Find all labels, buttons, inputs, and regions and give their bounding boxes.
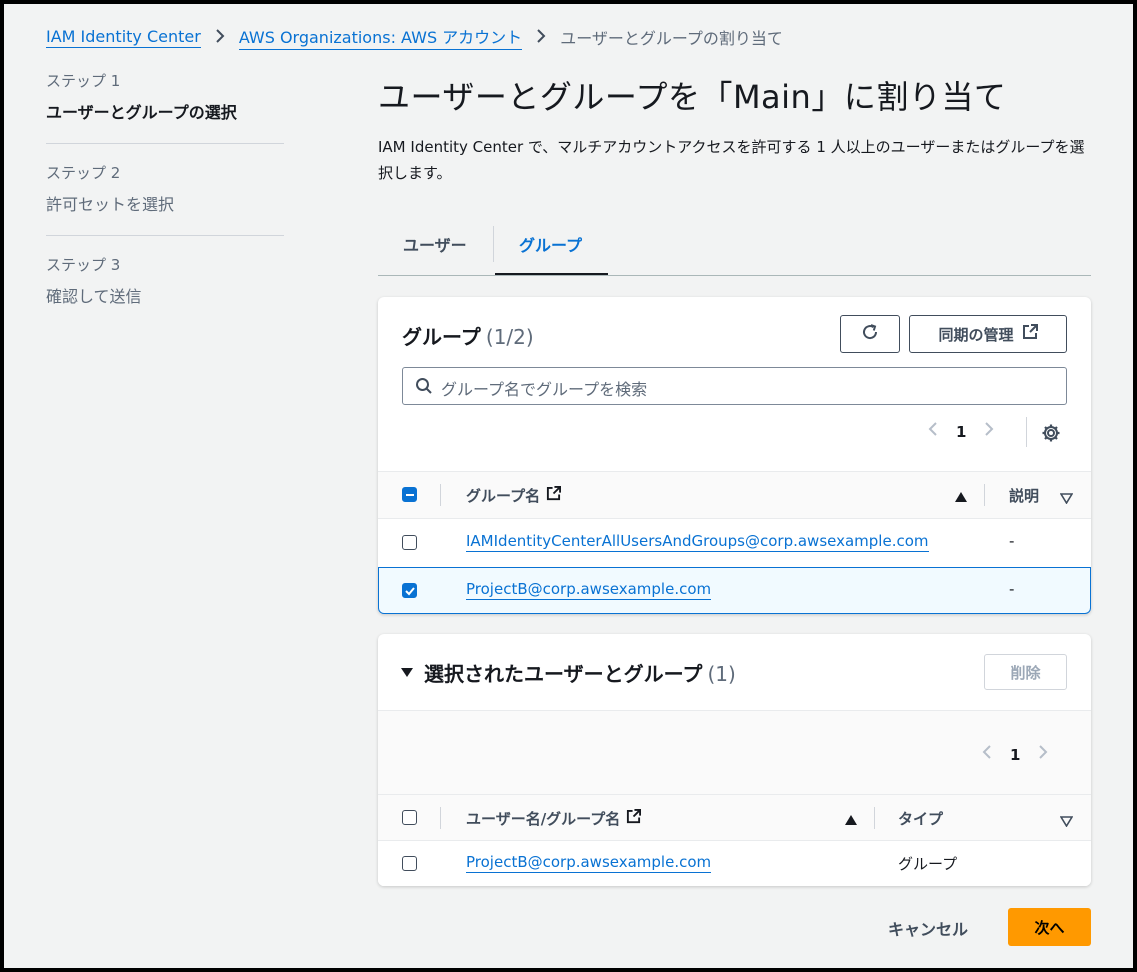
sort-icon[interactable] <box>1059 489 1074 508</box>
next-button[interactable]: 次へ <box>1008 908 1091 946</box>
selected-count: (1) <box>707 662 736 686</box>
remove-button[interactable]: 削除 <box>984 654 1067 690</box>
breadcrumb-item-aws-accounts[interactable]: AWS Organizations: AWS アカウント <box>238 24 523 50</box>
step-divider <box>46 235 284 236</box>
breadcrumb-item-iam-identity-center[interactable]: IAM Identity Center <box>46 27 201 48</box>
steps-nav: ステップ 1 ユーザーとグループの選択 ステップ 2 許可セットを選択 ステップ… <box>46 70 284 307</box>
chevron-left-icon[interactable] <box>982 744 992 765</box>
groups-title: グループ <box>402 325 481 349</box>
search-icon <box>415 377 433 399</box>
selected-pagination: 1 <box>982 744 1048 765</box>
step-caption: ステップ 1 <box>46 72 121 90</box>
page-number[interactable]: 1 <box>956 423 966 441</box>
column-type[interactable]: タイプ <box>898 808 943 829</box>
step-caption: ステップ 3 <box>46 256 121 274</box>
groups-count: (1/2) <box>485 325 534 349</box>
groups-panel: グループ (1/2) 同期の管理 グループ名でグループを検索 1 グループ名 説… <box>378 297 1091 614</box>
tab-users[interactable]: ユーザー <box>403 232 467 256</box>
remove-label: 削除 <box>1010 663 1041 682</box>
select-all-checkbox[interactable] <box>402 487 417 502</box>
group-name-link[interactable]: IAMIdentityCenterAllUsersAndGroups@corp.… <box>466 532 929 552</box>
row-checkbox[interactable] <box>402 583 417 598</box>
column-divider <box>440 807 441 829</box>
sort-ascending-icon[interactable] <box>844 811 858 830</box>
refresh-icon <box>860 322 880 346</box>
column-user-group-name-label: ユーザー名/グループ名 <box>466 810 621 828</box>
row-checkbox[interactable] <box>402 856 417 871</box>
step-title: 確認して送信 <box>46 287 142 306</box>
caret-down-icon[interactable] <box>400 663 414 682</box>
external-link-icon <box>546 486 562 505</box>
selected-panel: 選択されたユーザーとグループ (1) 削除 1 ユーザー名/グループ名 タイプ … <box>378 634 1091 886</box>
step-title: ユーザーとグループの選択 <box>46 103 237 122</box>
groups-pagination: 1 <box>928 421 994 442</box>
chevron-right-icon <box>536 28 546 47</box>
page: IAM Identity Center AWS Organizations: A… <box>4 4 1133 968</box>
group-search-input[interactable]: グループ名でグループを検索 <box>402 367 1067 405</box>
search-placeholder: グループ名でグループを検索 <box>441 380 648 399</box>
group-description: - <box>1009 532 1015 550</box>
chevron-right-icon <box>215 28 225 47</box>
column-user-group-name[interactable]: ユーザー名/グループ名 <box>466 808 642 829</box>
table-row[interactable]: IAMIdentityCenterAllUsersAndGroups@corp.… <box>378 519 1091 566</box>
tab-divider <box>493 226 494 262</box>
column-group-name[interactable]: グループ名 <box>466 485 562 506</box>
page-title: ユーザーとグループを「Main」に割り当て <box>378 78 1007 116</box>
groups-table-header: グループ名 説明 <box>378 472 1091 518</box>
column-group-name-label: グループ名 <box>466 487 541 505</box>
column-divider <box>440 484 441 506</box>
selected-table-header: ユーザー名/グループ名 タイプ <box>378 795 1091 840</box>
chevron-right-icon[interactable] <box>984 421 994 442</box>
next-label: 次へ <box>1034 918 1065 937</box>
column-divider <box>984 484 985 506</box>
step-2: ステップ 2 許可セットを選択 <box>46 162 284 215</box>
column-divider <box>874 807 875 829</box>
group-name-link[interactable]: ProjectB@corp.awsexample.com <box>466 580 712 600</box>
page-number[interactable]: 1 <box>1010 746 1020 764</box>
breadcrumb-current: ユーザーとグループの割り当て <box>560 29 783 48</box>
manage-sync-label: 同期の管理 <box>938 325 1014 344</box>
selected-name-link[interactable]: ProjectB@corp.awsexample.com <box>466 853 712 873</box>
group-description: - <box>1009 580 1015 598</box>
breadcrumb: IAM Identity Center AWS Organizations: A… <box>46 24 783 50</box>
chevron-left-icon[interactable] <box>928 421 938 442</box>
tab-groups[interactable]: グループ <box>519 232 582 256</box>
tabs: ユーザー グループ <box>378 224 1091 276</box>
page-description: IAM Identity Center で、マルチアカウントアクセスを許可する … <box>378 138 1085 182</box>
step-caption: ステップ 2 <box>46 164 121 182</box>
step-1: ステップ 1 ユーザーとグループの選択 <box>46 70 284 123</box>
table-row[interactable]: ProjectB@corp.awsexample.com グループ <box>378 841 1091 886</box>
external-link-icon <box>1022 324 1038 344</box>
gear-icon[interactable] <box>1041 423 1061 447</box>
refresh-button[interactable] <box>840 315 900 353</box>
cancel-button[interactable]: キャンセル <box>888 916 968 940</box>
step-title: 許可セットを選択 <box>46 195 175 214</box>
tabs-baseline <box>378 275 1091 276</box>
step-divider <box>46 143 284 144</box>
sort-icon[interactable] <box>1059 812 1074 831</box>
selected-type: グループ <box>898 855 958 873</box>
step-3: ステップ 3 確認して送信 <box>46 254 284 307</box>
pagination-divider <box>1026 417 1027 447</box>
sort-ascending-icon[interactable] <box>954 488 968 507</box>
selected-header[interactable]: 選択されたユーザーとグループ (1) <box>400 658 736 687</box>
chevron-right-icon[interactable] <box>1038 744 1048 765</box>
manage-sync-button[interactable]: 同期の管理 <box>909 315 1067 353</box>
groups-header: グループ (1/2) <box>402 321 534 350</box>
external-link-icon <box>626 809 642 828</box>
column-description[interactable]: 説明 <box>1009 485 1039 506</box>
row-checkbox[interactable] <box>402 535 417 550</box>
selected-title: 選択されたユーザーとグループ <box>424 662 703 686</box>
table-row-selected[interactable]: ProjectB@corp.awsexample.com - <box>378 567 1091 614</box>
select-all-checkbox[interactable] <box>402 810 417 825</box>
